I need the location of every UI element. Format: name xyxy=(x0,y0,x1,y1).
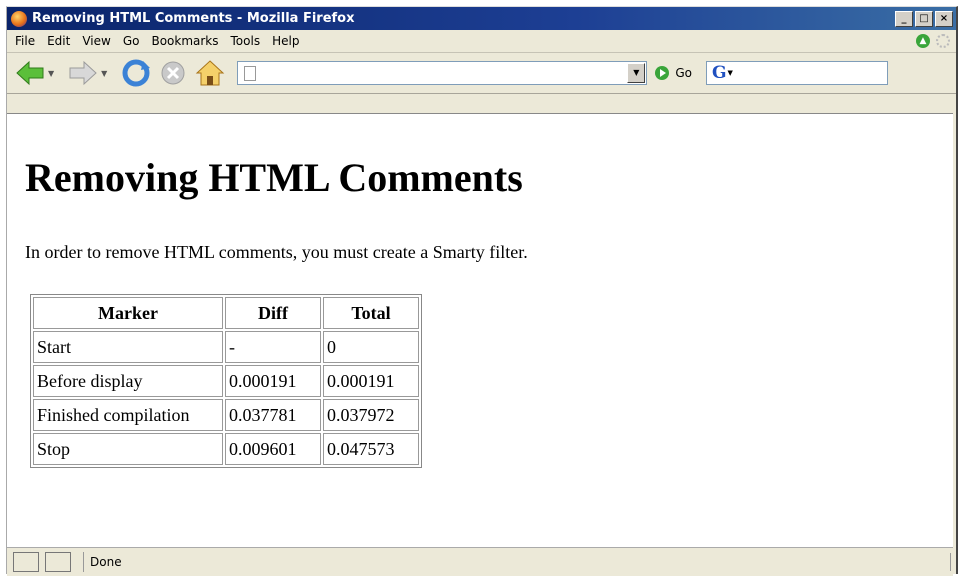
minimize-button[interactable]: _ xyxy=(895,10,913,27)
table-row: Finished compilation 0.037781 0.037972 xyxy=(33,399,419,431)
search-engine-dropdown-icon[interactable]: ▼ xyxy=(727,69,732,77)
forward-arrow-icon xyxy=(69,60,97,86)
home-icon xyxy=(196,60,225,86)
navigation-toolbar: ▼ ▼ ▼ Go G ▼ xyxy=(7,53,956,94)
reload-icon xyxy=(122,59,151,87)
status-edit-icon[interactable] xyxy=(45,552,71,572)
menu-edit[interactable]: Edit xyxy=(43,34,78,48)
table-cell: 0.037781 xyxy=(225,399,321,431)
throbber-icon xyxy=(936,34,950,48)
column-header-diff: Diff xyxy=(225,297,321,329)
reload-button[interactable] xyxy=(121,59,151,87)
search-bar[interactable]: G ▼ xyxy=(705,61,888,85)
stop-icon xyxy=(161,61,185,85)
timing-table: Marker Diff Total Start - 0 Before displ… xyxy=(30,294,422,468)
resize-grip-icon[interactable] xyxy=(940,553,951,571)
go-icon xyxy=(655,66,670,80)
table-cell: Start xyxy=(33,331,223,363)
title-bar: Removing HTML Comments - Mozilla Firefox… xyxy=(7,7,956,30)
back-arrow-icon xyxy=(16,60,44,86)
connection-icon[interactable] xyxy=(13,552,39,572)
table-row: Before display 0.000191 0.000191 xyxy=(33,365,419,397)
status-text: Done xyxy=(83,552,122,572)
column-header-total: Total xyxy=(323,297,419,329)
go-button[interactable]: Go xyxy=(655,66,692,80)
table-cell: Stop xyxy=(33,433,223,465)
update-icon[interactable]: ▲ xyxy=(916,34,930,48)
firefox-logo-icon xyxy=(11,10,27,27)
url-dropdown-icon[interactable]: ▼ xyxy=(627,63,646,83)
table-row: Start - 0 xyxy=(33,331,419,363)
menu-bookmarks[interactable]: Bookmarks xyxy=(147,34,226,48)
table-cell: 0.037972 xyxy=(323,399,419,431)
google-icon[interactable]: G xyxy=(712,63,727,83)
back-dropdown-icon[interactable]: ▼ xyxy=(48,69,54,78)
intro-text: In order to remove HTML comments, you mu… xyxy=(25,242,528,262)
table-cell: Finished compilation xyxy=(33,399,223,431)
table-row: Stop 0.009601 0.047573 xyxy=(33,433,419,465)
forward-button[interactable]: ▼ xyxy=(68,60,113,86)
page-icon xyxy=(244,65,257,81)
table-cell: - xyxy=(225,331,321,363)
table-cell: Before display xyxy=(33,365,223,397)
table-cell: 0.009601 xyxy=(225,433,321,465)
table-header-row: Marker Diff Total xyxy=(33,297,419,329)
go-label: Go xyxy=(675,66,692,80)
page-content: Removing HTML Comments In order to remov… xyxy=(7,113,953,548)
table-cell: 0.000191 xyxy=(225,365,321,397)
forward-dropdown-icon[interactable]: ▼ xyxy=(101,69,107,78)
menu-bar: File Edit View Go Bookmarks Tools Help ▲ xyxy=(7,30,956,53)
stop-button[interactable] xyxy=(159,59,187,87)
menu-help[interactable]: Help xyxy=(268,34,307,48)
menu-view[interactable]: View xyxy=(78,34,118,48)
close-button[interactable]: × xyxy=(935,10,953,27)
url-bar[interactable]: ▼ xyxy=(237,61,648,85)
window-title: Removing HTML Comments - Mozilla Firefox xyxy=(32,11,355,26)
column-header-marker: Marker xyxy=(33,297,223,329)
back-button[interactable]: ▼ xyxy=(15,60,60,86)
menu-file[interactable]: File xyxy=(11,34,43,48)
maximize-button[interactable]: □ xyxy=(915,10,933,27)
table-cell: 0.000191 xyxy=(323,365,419,397)
table-cell: 0 xyxy=(323,331,419,363)
status-bar: Done xyxy=(7,547,953,576)
page-heading: Removing HTML Comments xyxy=(25,155,523,200)
home-button[interactable] xyxy=(195,59,225,87)
menu-tools[interactable]: Tools xyxy=(227,34,269,48)
browser-window: Removing HTML Comments - Mozilla Firefox… xyxy=(6,6,958,576)
table-cell: 0.047573 xyxy=(323,433,419,465)
menu-go[interactable]: Go xyxy=(119,34,148,48)
